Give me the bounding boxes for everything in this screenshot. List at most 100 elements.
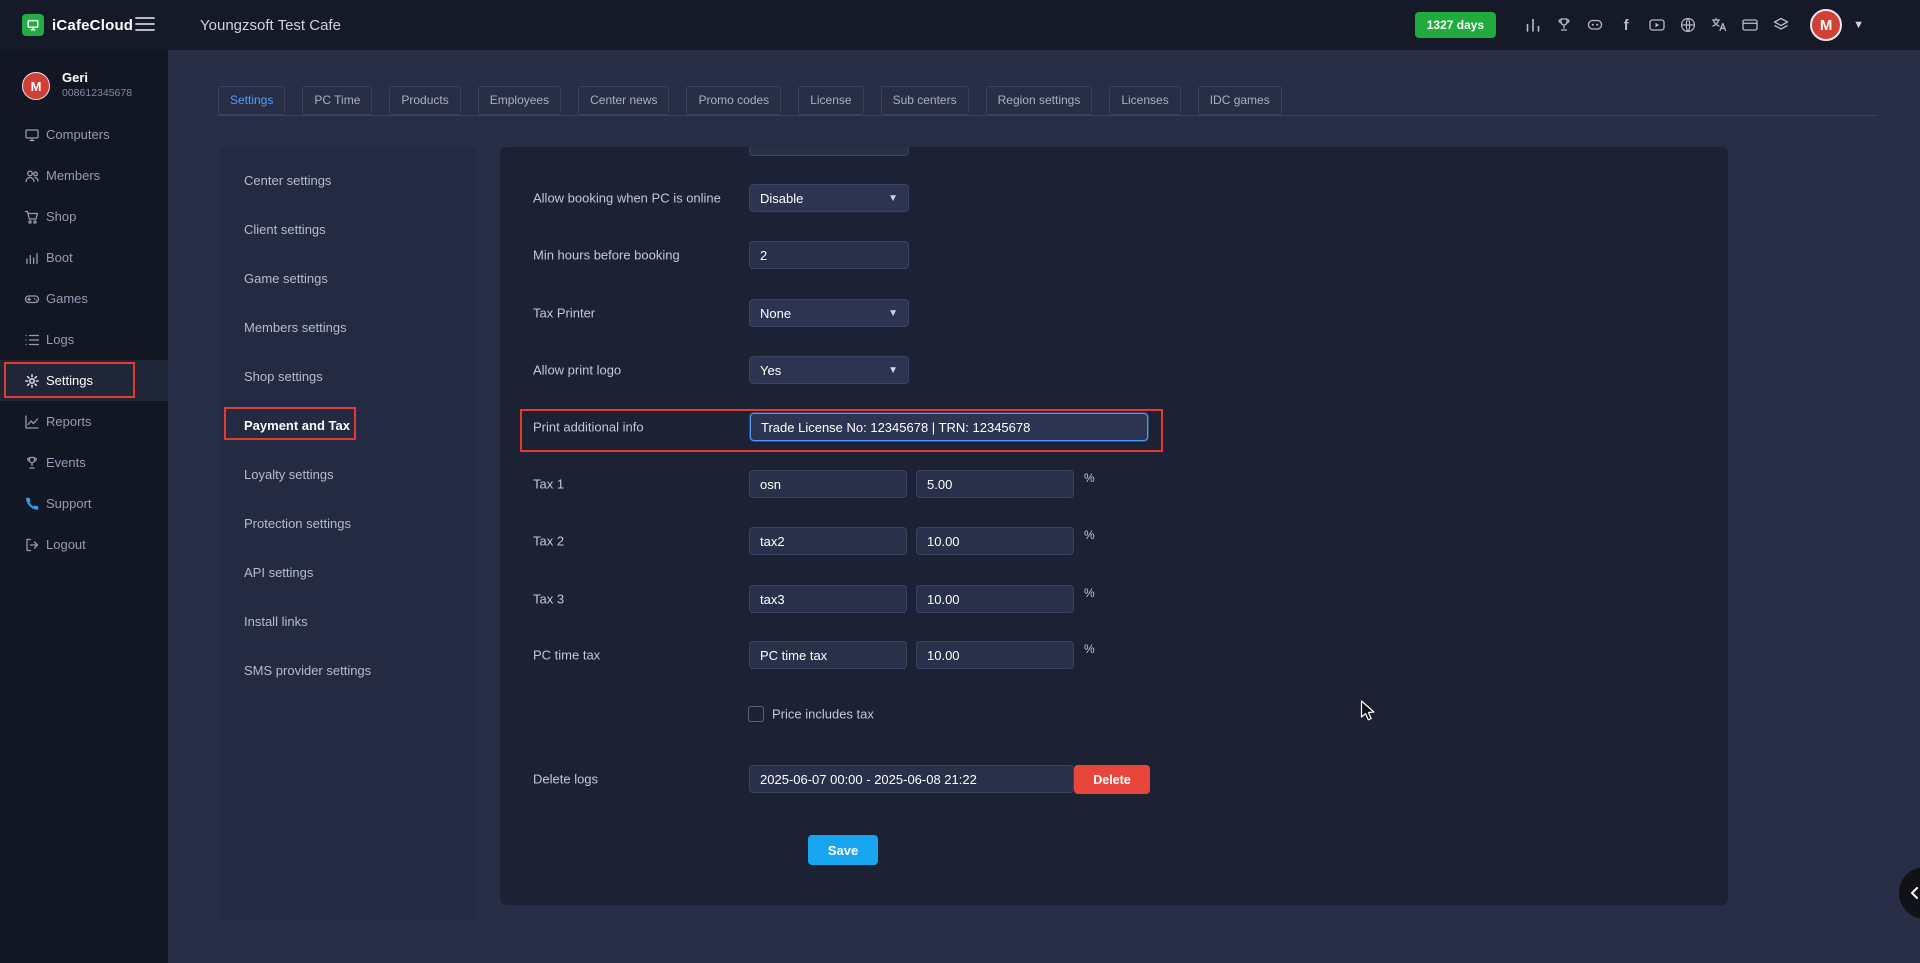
analytics-icon[interactable] — [1523, 15, 1543, 35]
tax-printer-select[interactable]: None ▼ — [749, 299, 909, 327]
tab-products[interactable]: Products — [389, 86, 460, 115]
logs-icon — [24, 332, 40, 348]
booking-online-select[interactable]: Disable ▼ — [749, 184, 909, 212]
partial-input-top[interactable] — [749, 147, 909, 156]
tab-settings[interactable]: Settings — [218, 86, 285, 115]
print-additional-info-input[interactable] — [750, 413, 1148, 441]
sidebar-item-label: Logout — [46, 537, 86, 552]
delete-logs-range-input[interactable] — [749, 765, 1074, 793]
tab-idc-games[interactable]: IDC games — [1198, 86, 1282, 115]
trophy-icon[interactable] — [1554, 15, 1574, 35]
sidebar-item-label: Events — [46, 455, 86, 470]
settings-menu-item-sms-provider-settings[interactable]: SMS provider settings — [220, 646, 476, 695]
percent-suffix: % — [1084, 528, 1095, 542]
chart-icon — [24, 414, 40, 430]
chevron-down-icon[interactable]: ▼ — [1853, 19, 1864, 31]
delete-button[interactable]: Delete — [1074, 765, 1150, 794]
hamburger-menu-button[interactable] — [133, 14, 157, 36]
print-logo-select[interactable]: Yes ▼ — [749, 356, 909, 384]
days-badge[interactable]: 1327 days — [1415, 12, 1496, 38]
sidebar-item-events[interactable]: Events — [0, 442, 168, 483]
tax1-rate-input[interactable] — [916, 470, 1074, 498]
gear-icon — [24, 373, 40, 389]
gamepad-icon — [24, 291, 40, 307]
tab-pc-time[interactable]: PC Time — [302, 86, 372, 115]
tax3-rate-input[interactable] — [916, 585, 1074, 613]
tab-employees[interactable]: Employees — [478, 86, 561, 115]
topbar: iCafeCloud Youngzsoft Test Cafe 1327 day… — [0, 0, 1920, 50]
sidebar-user-block[interactable]: M Geri 008612345678 — [0, 70, 168, 114]
sidebar-nav: Computers Members Shop Boot Games Logs — [0, 114, 168, 565]
youtube-icon[interactable] — [1647, 15, 1667, 35]
percent-suffix: % — [1084, 586, 1095, 600]
settings-menu-item-game-settings[interactable]: Game settings — [220, 254, 476, 303]
settings-menu-item-center-settings[interactable]: Center settings — [220, 156, 476, 205]
payment-tax-form-panel: Allow booking when PC is online Disable … — [500, 147, 1728, 905]
tab-center-news[interactable]: Center news — [578, 86, 669, 115]
logout-icon — [24, 537, 40, 553]
sidebar-item-logs[interactable]: Logs — [0, 319, 168, 360]
select-value: None — [760, 306, 791, 321]
min-hours-input[interactable] — [749, 241, 909, 269]
sidebar-item-shop[interactable]: Shop — [0, 196, 168, 237]
sidebar-item-computers[interactable]: Computers — [0, 114, 168, 155]
delete-logs-label: Delete logs — [533, 772, 598, 787]
settings-menu-item-protection-settings[interactable]: Protection settings — [220, 499, 476, 548]
tab-sub-centers[interactable]: Sub centers — [881, 86, 969, 115]
page-tabs: Settings PC Time Products Employees Cent… — [218, 86, 1878, 116]
members-icon — [24, 168, 40, 184]
tax1-name-input[interactable] — [749, 470, 907, 498]
trophy-icon — [24, 455, 40, 471]
settings-menu-item-payment-and-tax[interactable]: Payment and Tax — [220, 401, 476, 450]
facebook-icon[interactable]: f — [1616, 15, 1636, 35]
sidebar-item-settings[interactable]: Settings — [0, 360, 168, 401]
sidebar-item-logout[interactable]: Logout — [0, 524, 168, 565]
language-icon[interactable] — [1709, 15, 1729, 35]
pc-time-tax-rate-input[interactable] — [916, 641, 1074, 669]
sidebar-item-label: Shop — [46, 209, 76, 224]
chevron-down-icon: ▼ — [888, 308, 898, 319]
settings-menu-item-loyalty-settings[interactable]: Loyalty settings — [220, 450, 476, 499]
tax-printer-label: Tax Printer — [533, 306, 595, 321]
save-button[interactable]: Save — [808, 835, 878, 865]
avatar-letter: M — [1820, 17, 1833, 34]
tax2-name-input[interactable] — [749, 527, 907, 555]
pc-time-tax-label: PC time tax — [533, 648, 600, 663]
min-hours-label: Min hours before booking — [533, 248, 680, 263]
sidebar-item-boot[interactable]: Boot — [0, 237, 168, 278]
tab-promo-codes[interactable]: Promo codes — [686, 86, 781, 115]
pc-time-tax-name-input[interactable] — [749, 641, 907, 669]
billing-icon[interactable] — [1740, 15, 1760, 35]
cart-icon — [24, 209, 40, 225]
tax2-rate-input[interactable] — [916, 527, 1074, 555]
sidebar-item-members[interactable]: Members — [0, 155, 168, 196]
settings-menu-item-api-settings[interactable]: API settings — [220, 548, 476, 597]
sidebar-item-reports[interactable]: Reports — [0, 401, 168, 442]
brand[interactable]: iCafeCloud — [22, 0, 133, 50]
settings-menu-item-client-settings[interactable]: Client settings — [220, 205, 476, 254]
tax3-name-input[interactable] — [749, 585, 907, 613]
sidebar-item-label: Reports — [46, 414, 92, 429]
tax2-label: Tax 2 — [533, 534, 564, 549]
sidebar-item-support[interactable]: Support — [0, 483, 168, 524]
settings-menu-item-install-links[interactable]: Install links — [220, 597, 476, 646]
tab-license[interactable]: License — [798, 86, 863, 115]
settings-menu-item-shop-settings[interactable]: Shop settings — [220, 352, 476, 401]
layers-icon[interactable] — [1771, 15, 1791, 35]
percent-suffix: % — [1084, 471, 1095, 485]
app-root: iCafeCloud Youngzsoft Test Cafe 1327 day… — [0, 0, 1920, 963]
website-icon[interactable] — [1678, 15, 1698, 35]
tab-region-settings[interactable]: Region settings — [986, 86, 1093, 115]
sidebar-avatar: M — [22, 72, 50, 100]
discord-icon[interactable] — [1585, 15, 1605, 35]
sidebar: M Geri 008612345678 Computers Members Sh… — [0, 50, 168, 963]
price-includes-tax-checkbox[interactable] — [748, 706, 764, 722]
settings-menu-item-members-settings[interactable]: Members settings — [220, 303, 476, 352]
sidebar-item-label: Boot — [46, 250, 73, 265]
tax1-label: Tax 1 — [533, 477, 564, 492]
select-value: Yes — [760, 363, 781, 378]
user-avatar[interactable]: M — [1810, 9, 1842, 41]
sidebar-item-games[interactable]: Games — [0, 278, 168, 319]
monitor-icon — [24, 127, 40, 143]
tab-licenses[interactable]: Licenses — [1109, 86, 1180, 115]
